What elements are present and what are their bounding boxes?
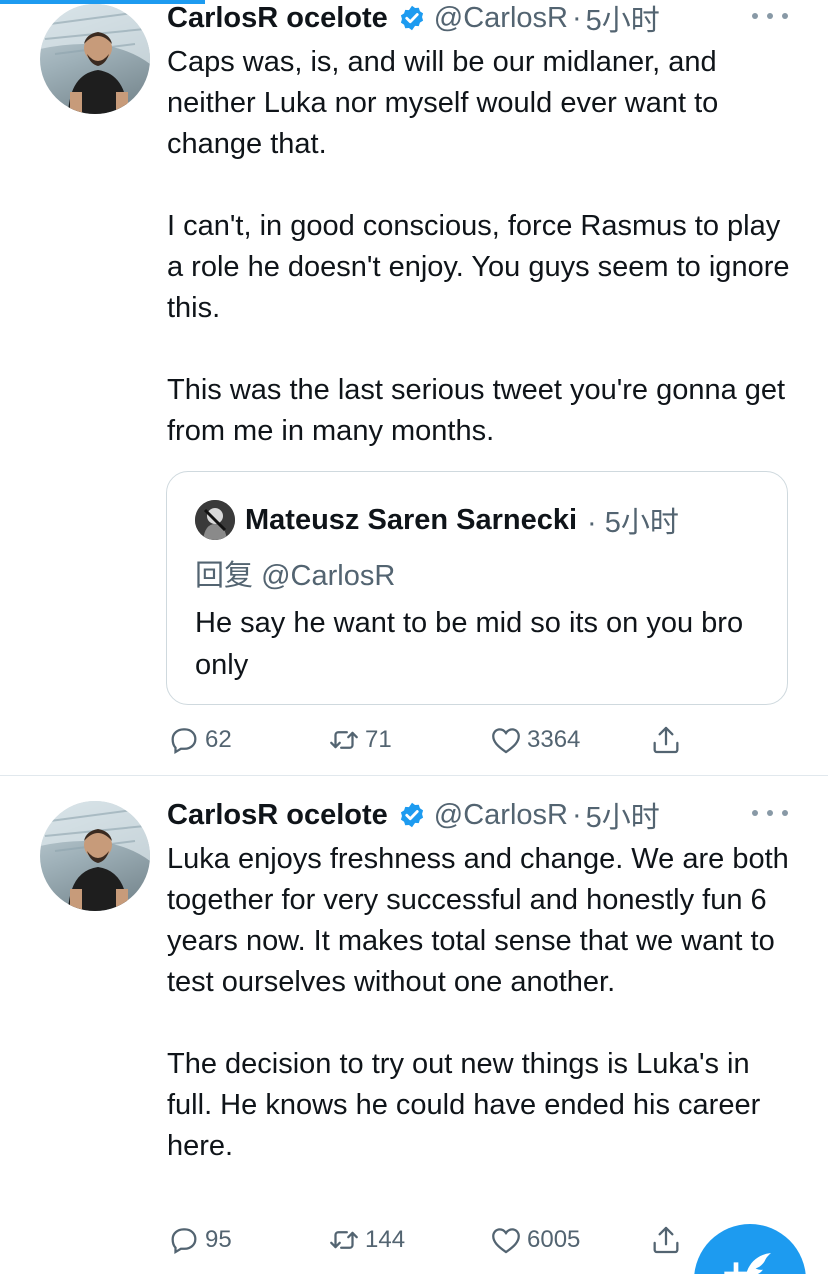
reply-button[interactable]: 62 — [167, 720, 232, 760]
verified-badge-icon — [398, 4, 426, 32]
compose-feather-icon — [724, 1253, 771, 1274]
retweet-button[interactable]: 144 — [327, 1220, 405, 1260]
quoted-tweet-header: Mateusz Saren Sarnecki · 5小时 — [195, 500, 679, 540]
quoted-time: · 5小时 — [587, 507, 679, 539]
reply-prefix: 回复 — [195, 560, 254, 592]
verified-badge-icon — [398, 801, 426, 829]
share-button[interactable] — [649, 1220, 687, 1260]
avatar[interactable] — [40, 4, 150, 114]
retweet-button[interactable]: 71 — [327, 720, 392, 760]
like-button[interactable]: 3364 — [489, 720, 580, 760]
tweet-paragraph: I can't, in good conscious, force Rasmus… — [167, 210, 790, 324]
like-button[interactable]: 6005 — [489, 1220, 580, 1260]
quoted-tweet[interactable]: Mateusz Saren Sarnecki · 5小时 回复 @CarlosR… — [166, 471, 788, 705]
tweet[interactable]: CarlosR ocelote @CarlosR · 5小时 Luka enjo… — [0, 777, 828, 1274]
author-handle[interactable]: @CarlosR — [434, 799, 568, 832]
heart-icon — [492, 1228, 520, 1254]
retweet-icon — [330, 731, 358, 749]
share-button[interactable] — [649, 720, 687, 760]
tweet-actions: 95 144 6005 — [167, 1220, 707, 1260]
reply-count: 62 — [205, 726, 232, 753]
tweet-time[interactable]: 5小时 — [586, 794, 660, 836]
reply-bubble-icon — [171, 728, 197, 755]
tweet-paragraph: Caps was, is, and will be our midlaner, … — [167, 46, 719, 160]
like-count: 3364 — [527, 726, 581, 753]
avatar[interactable] — [40, 801, 150, 911]
tweet-header: CarlosR ocelote @CarlosR · 5小时 — [167, 794, 788, 836]
separator-dot: · — [571, 1, 582, 34]
tweet-paragraph: Luka enjoys freshness and change. We are… — [167, 843, 789, 998]
tweet-paragraph: The decision to try out new things is Lu… — [167, 1048, 761, 1162]
tweet-paragraph: This was the last serious tweet you're g… — [167, 374, 786, 447]
tweet-time[interactable]: 5小时 — [586, 0, 660, 39]
tweet-text: Caps was, is, and will be our midlaner, … — [167, 42, 797, 452]
separator-dot: · — [571, 798, 582, 831]
like-count: 6005 — [527, 1226, 581, 1253]
reply-count: 95 — [205, 1226, 232, 1253]
author-name[interactable]: CarlosR ocelote — [167, 799, 388, 832]
author-name[interactable]: CarlosR ocelote — [167, 2, 388, 35]
quoted-reply-context: 回复 @CarlosR — [195, 552, 395, 594]
tweet[interactable]: CarlosR ocelote @CarlosR · 5小时 Caps was,… — [0, 0, 828, 776]
reply-button[interactable]: 95 — [167, 1220, 232, 1260]
share-upload-icon — [653, 726, 679, 754]
tweet-actions: 62 71 3364 — [167, 720, 707, 760]
more-dots-icon[interactable] — [752, 801, 788, 825]
quoted-avatar — [195, 500, 235, 540]
reply-bubble-icon — [171, 1228, 197, 1255]
tweet-header: CarlosR ocelote @CarlosR · 5小时 — [167, 0, 788, 39]
reply-handle: @CarlosR — [261, 560, 396, 592]
share-upload-icon — [653, 1226, 679, 1254]
quoted-author-name: Mateusz Saren Sarnecki — [245, 503, 578, 536]
author-handle[interactable]: @CarlosR — [434, 2, 568, 35]
heart-icon — [492, 728, 520, 754]
quoted-text: He say he want to be mid so its on you b… — [195, 607, 744, 681]
retweet-icon — [330, 1231, 358, 1249]
retweet-count: 71 — [365, 726, 392, 753]
tweet-text: Luka enjoys freshness and change. We are… — [167, 839, 797, 1167]
retweet-count: 144 — [365, 1226, 406, 1253]
more-dots-icon[interactable] — [752, 4, 788, 28]
